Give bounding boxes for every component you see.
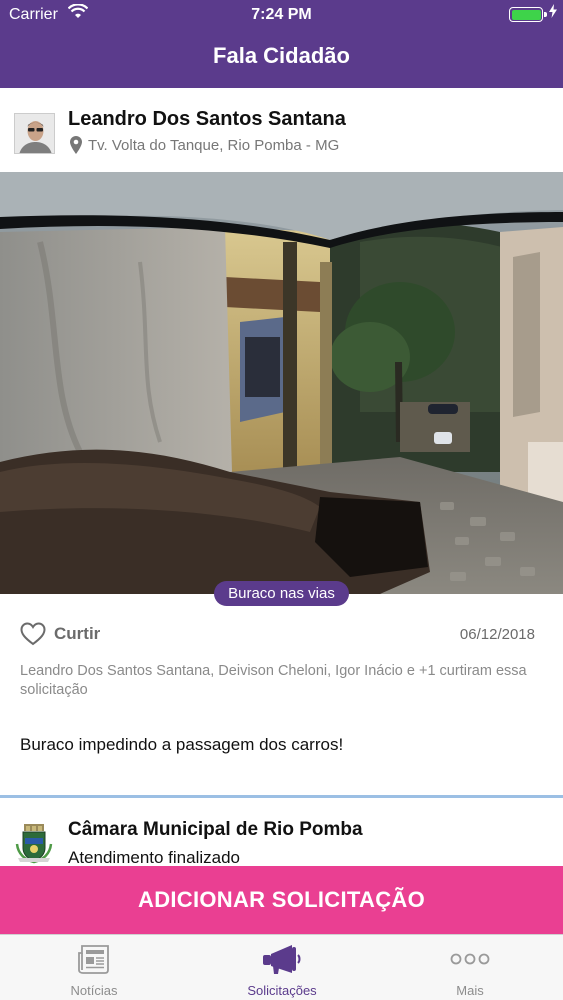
page-title: Fala Cidadão	[213, 43, 350, 68]
tab-more-label: Mais	[456, 983, 484, 998]
category-badge: Buraco nas vias	[0, 581, 563, 606]
requests-feed[interactable]: Leandro Dos Santos Santana Tv. Volta do …	[0, 88, 563, 866]
tab-requests[interactable]: Solicitações	[188, 935, 376, 1000]
add-request-button[interactable]: ADICIONAR SOLICITAÇÃO	[0, 866, 563, 934]
avatar[interactable]	[14, 113, 55, 154]
battery-icon	[509, 7, 547, 22]
location: Tv. Volta do Tanque, Rio Pomba - MG	[70, 136, 340, 154]
charging-icon	[549, 4, 557, 23]
navigation-bar: Carrier 7:24 PM Fala Cidadão	[0, 0, 563, 88]
tab-news-label: Notícias	[70, 983, 118, 998]
tab-bar: Notícias Solicitações Mais	[0, 934, 563, 1000]
heart-icon	[20, 622, 46, 646]
tab-more[interactable]: Mais	[376, 935, 563, 1000]
post-date: 06/12/2018	[459, 626, 535, 643]
likers-text[interactable]: Leandro Dos Santos Santana, Deivison Che…	[20, 662, 539, 700]
request-description: Buraco impedindo a passagem dos carros!	[20, 735, 344, 754]
location-pin-icon	[70, 136, 82, 154]
response-card[interactable]: Câmara Municipal de Rio Pomba Atendiment…	[0, 795, 563, 866]
category-label: Buraco nas vias	[214, 581, 349, 606]
clock: 7:24 PM	[251, 6, 312, 23]
city-crest-icon	[15, 824, 53, 864]
megaphone-icon	[188, 943, 376, 975]
tab-requests-label: Solicitações	[247, 983, 317, 998]
request-card[interactable]: Leandro Dos Santos Santana Tv. Volta do …	[0, 88, 563, 795]
location-text: Tv. Volta do Tanque, Rio Pomba - MG	[88, 137, 340, 154]
tab-news[interactable]: Notícias	[0, 935, 188, 1000]
like-label: Curtir	[54, 624, 101, 643]
author-name: Leandro Dos Santos Santana	[68, 108, 346, 130]
status-bar: Carrier 7:24 PM	[0, 0, 563, 30]
organization-name: Câmara Municipal de Rio Pomba	[68, 819, 363, 840]
request-photo[interactable]	[0, 172, 563, 594]
newspaper-icon	[0, 943, 188, 975]
response-status: Atendimento finalizado	[68, 848, 241, 866]
card-actions: Curtir 06/12/2018	[20, 622, 535, 648]
like-button[interactable]: Curtir	[20, 622, 100, 646]
card-header: Leandro Dos Santos Santana Tv. Volta do …	[0, 88, 563, 172]
more-dots-icon	[376, 943, 563, 975]
